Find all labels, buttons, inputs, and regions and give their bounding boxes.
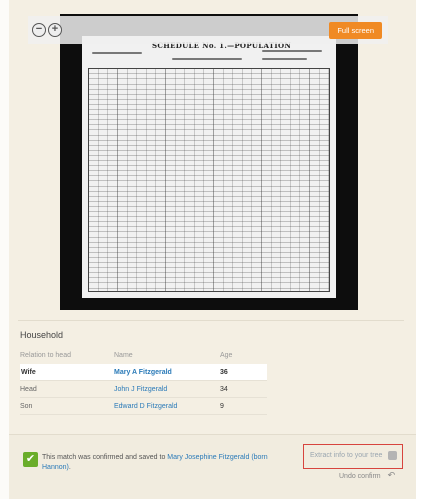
handwriting xyxy=(262,58,307,60)
confirmation-bar: ✔ This match was confirmed and saved to … xyxy=(9,434,416,499)
handwriting xyxy=(262,50,322,52)
checkmark-icon: ✔ xyxy=(23,452,38,467)
table-row: Head John J Fitzgerald 34 xyxy=(20,381,267,398)
person-link[interactable]: Edward D Fitzgerald xyxy=(114,403,177,410)
divider xyxy=(18,320,404,321)
column-age: Age xyxy=(220,352,233,359)
census-page: SCHEDULE No. 1.—POPULATION xyxy=(82,36,336,298)
table-row: Wife Mary A Fitzgerald 36 xyxy=(20,364,267,381)
record-match-page: SCHEDULE No. 1.—POPULATION − + Full scre… xyxy=(0,0,422,499)
column-relation: Relation to head xyxy=(20,352,71,359)
tree-icon xyxy=(388,451,397,460)
relation-cell: Wife xyxy=(21,368,36,376)
age-cell: 9 xyxy=(220,402,224,410)
age-cell: 36 xyxy=(220,368,228,376)
confirmation-text: This match was confirmed and saved to xyxy=(42,454,168,461)
relation-cell: Son xyxy=(20,402,33,410)
household-heading: Household xyxy=(20,330,64,340)
table-row: Son Edward D Fitzgerald 9 xyxy=(20,398,267,415)
census-grid xyxy=(88,68,330,292)
household-table-header: Relation to head Name Age xyxy=(20,352,267,364)
confirmation-message: This match was confirmed and saved to Ma… xyxy=(42,453,272,473)
household-table: Relation to head Name Age Wife Mary A Fi… xyxy=(20,352,267,415)
undo-confirm-label: Undo confirm xyxy=(339,473,381,480)
extract-info-label: Extract info to your tree xyxy=(310,452,383,459)
zoom-in-icon[interactable]: + xyxy=(48,23,62,37)
column-name: Name xyxy=(114,352,133,359)
handwriting xyxy=(172,58,242,60)
person-link[interactable]: John J Fitzgerald xyxy=(114,386,167,393)
undo-icon: ↶ xyxy=(387,470,396,480)
fullscreen-button[interactable]: Full screen xyxy=(329,22,382,39)
relation-cell: Head xyxy=(20,385,37,393)
viewer-toolbar: − + Full screen xyxy=(28,16,388,44)
confirmation-period: . xyxy=(68,464,71,471)
right-margin xyxy=(416,0,422,499)
record-image-viewer[interactable]: SCHEDULE No. 1.—POPULATION − + Full scre… xyxy=(28,14,388,310)
left-margin xyxy=(0,0,9,499)
census-scan-image[interactable]: SCHEDULE No. 1.—POPULATION xyxy=(60,14,358,310)
age-cell: 34 xyxy=(220,385,228,393)
undo-confirm-link[interactable]: Undo confirm ↶ xyxy=(339,470,395,481)
zoom-out-icon[interactable]: − xyxy=(32,23,46,37)
handwriting xyxy=(92,52,142,54)
person-link[interactable]: Mary A Fitzgerald xyxy=(114,369,172,376)
extract-info-button[interactable]: Extract info to your tree xyxy=(303,444,403,469)
